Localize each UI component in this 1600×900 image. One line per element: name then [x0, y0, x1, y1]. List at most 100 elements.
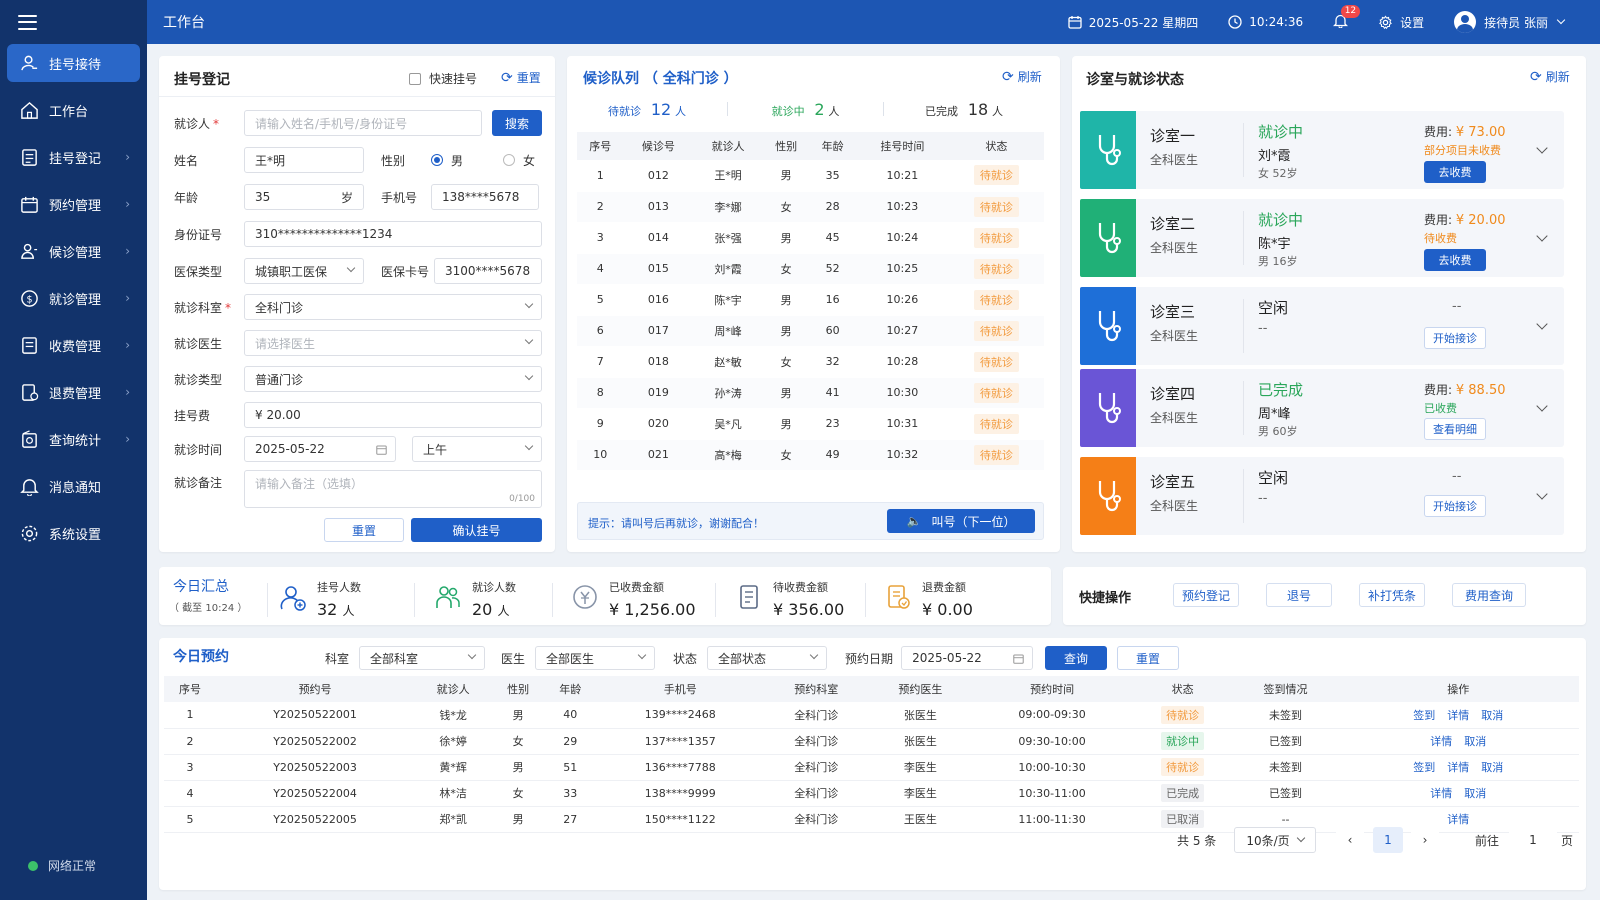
- quick-op-button[interactable]: 费用查询: [1452, 583, 1526, 607]
- stat-value: ¥ 1,256.00: [609, 600, 696, 619]
- row-action-link[interactable]: 取消: [1481, 761, 1503, 774]
- page-size-select[interactable]: 10条/页: [1234, 827, 1316, 853]
- visit-type-select[interactable]: 普通门诊: [244, 366, 542, 392]
- row-action-link[interactable]: 详情: [1447, 709, 1469, 722]
- confirm-register-button[interactable]: 确认挂号: [411, 518, 542, 542]
- dept-select[interactable]: 全科门诊: [244, 294, 542, 320]
- queue-row[interactable]: 6 017 周*峰男 60 10:27 待就诊: [577, 315, 1044, 347]
- sidebar-item-2[interactable]: 挂号登记 ›: [7, 138, 140, 176]
- appt-age: 40: [544, 702, 597, 729]
- room-card[interactable]: 诊室二 全科医生 就诊中 陈*宇男 16岁 费用: ¥ 20.00 待收费 去收费: [1080, 199, 1564, 277]
- fee-field[interactable]: ¥ 20.00: [244, 402, 542, 428]
- row-action-link[interactable]: 详情: [1447, 813, 1469, 826]
- query-button[interactable]: 查询: [1045, 646, 1108, 670]
- reset-button[interactable]: 重置: [324, 518, 404, 542]
- sidebar-item-7[interactable]: 退费管理 ›: [7, 373, 140, 411]
- next-page-button[interactable]: ›: [1411, 827, 1439, 853]
- id-card-field[interactable]: 310**************1234: [244, 221, 542, 247]
- row-action-link[interactable]: 详情: [1430, 735, 1452, 748]
- filter-date-picker[interactable]: 2025-05-22: [901, 646, 1034, 670]
- appt-age: 27: [544, 806, 597, 833]
- user-menu[interactable]: 接待员 张丽: [1454, 11, 1566, 33]
- sidebar-item-8[interactable]: 查询统计 ›: [7, 420, 140, 458]
- queue-row[interactable]: 8 019 孙*涛男 41 10:30 待就诊: [577, 377, 1044, 409]
- room-action-button[interactable]: 查看明细: [1424, 418, 1486, 440]
- row-action-link[interactable]: 签到: [1413, 709, 1435, 722]
- settings-button[interactable]: 设置: [1378, 14, 1424, 31]
- insurance-type-select[interactable]: 城镇职工医保: [244, 258, 364, 284]
- filter-doctor-select[interactable]: 全部医生: [535, 646, 656, 670]
- row-action-link[interactable]: 取消: [1481, 709, 1503, 722]
- room-action-button[interactable]: 去收费: [1424, 161, 1486, 183]
- rooms-refresh-button[interactable]: ⟳ 刷新: [1530, 68, 1570, 85]
- call-next-button[interactable]: 🔈 叫号（下一位）: [887, 509, 1035, 533]
- queue-row[interactable]: 7 018 赵*敏女 32 10:28 待就诊: [577, 346, 1044, 378]
- goto-page-input[interactable]: 1: [1509, 827, 1557, 853]
- name-field[interactable]: 王*明: [244, 147, 364, 173]
- insurance-card-field[interactable]: 3100****5678: [434, 258, 542, 284]
- queue-row[interactable]: 1 012 王*明男 35 10:21 待就诊: [577, 160, 1044, 192]
- filter-status-select[interactable]: 全部状态: [707, 646, 828, 670]
- room-fee-note: 已收费: [1424, 402, 1457, 415]
- row-action-link[interactable]: 取消: [1464, 735, 1486, 748]
- sidebar-item-1[interactable]: 工作台: [7, 91, 140, 129]
- room-card[interactable]: 诊室三 全科医生 空闲 -- -- 开始接诊: [1080, 287, 1564, 365]
- age-field[interactable]: 35 岁: [244, 184, 364, 210]
- gender-female-radio[interactable]: 女: [503, 152, 535, 169]
- filter-dept-select[interactable]: 全部科室: [359, 646, 486, 670]
- chevron-down-icon[interactable]: [1536, 488, 1548, 500]
- settings-label: 设置: [1400, 15, 1425, 30]
- prev-page-button[interactable]: ‹: [1336, 827, 1364, 853]
- date-picker[interactable]: 2025-05-22: [244, 436, 396, 462]
- sidebar-item-5[interactable]: $ 就诊管理 ›: [7, 279, 140, 317]
- queue-row[interactable]: 2 013 李*娜女 28 10:23 待就诊: [577, 191, 1044, 223]
- menu-icon[interactable]: [18, 14, 37, 30]
- sidebar-item-6[interactable]: 收费管理 ›: [7, 326, 140, 364]
- quick-register-checkbox[interactable]: 快速挂号: [409, 70, 477, 87]
- room-card[interactable]: 诊室五 全科医生 空闲 -- -- 开始接诊: [1080, 457, 1564, 535]
- queue-row[interactable]: 3 014 张*强男 45 10:24 待就诊: [577, 222, 1044, 254]
- sidebar-item-3[interactable]: 预约管理 ›: [7, 185, 140, 223]
- period-select[interactable]: 上午: [412, 436, 542, 462]
- sidebar-item-9[interactable]: 消息通知: [7, 467, 140, 505]
- queue-row[interactable]: 5 016 陈*宇男 16 10:26 待就诊: [577, 284, 1044, 316]
- queue-row[interactable]: 10 021 高*梅女 49 10:32 待就诊: [577, 439, 1044, 471]
- queue-refresh-button[interactable]: ⟳ 刷新: [1002, 68, 1042, 85]
- queue-row[interactable]: 9 020 吴*凡男 23 10:31 待就诊: [577, 408, 1044, 440]
- row-action-link[interactable]: 详情: [1430, 787, 1452, 800]
- appt-gender: 女: [492, 780, 545, 807]
- phone-field[interactable]: 138****5678: [431, 184, 539, 210]
- chevron-down-icon[interactable]: [1536, 230, 1548, 242]
- queue-panel: 候诊队列 （ 全科门诊 ） ⟳ 刷新 待就诊 12 人 就诊中 2 人 已完成 …: [567, 56, 1060, 552]
- room-card[interactable]: 诊室四 全科医生 已完成 周*峰男 60岁 费用: ¥ 88.50 已收费 查看明细: [1080, 369, 1564, 447]
- gender-male-radio[interactable]: 男: [431, 152, 463, 169]
- row-action-link[interactable]: 签到: [1413, 761, 1435, 774]
- sidebar-item-0[interactable]: 挂号接待: [7, 44, 140, 82]
- doctor-select[interactable]: 请选择医生: [244, 330, 542, 356]
- chevron-down-icon[interactable]: [1536, 400, 1548, 412]
- row-action-link[interactable]: 取消: [1464, 787, 1486, 800]
- chevron-down-icon[interactable]: [1536, 142, 1548, 154]
- room-action-button[interactable]: 去收费: [1424, 249, 1486, 271]
- patient-search-input[interactable]: 请输入姓名/手机号/身份证号: [244, 110, 482, 136]
- filter-reset-button[interactable]: 重置: [1117, 646, 1180, 670]
- page-1-button[interactable]: 1: [1373, 827, 1403, 853]
- search-button[interactable]: 搜索: [492, 110, 542, 136]
- status-badge: 待就诊: [973, 165, 1019, 186]
- sidebar-item-4[interactable]: 候诊管理 ›: [7, 232, 140, 270]
- room-action-button[interactable]: 开始接诊: [1424, 495, 1486, 517]
- chevron-down-icon[interactable]: [1536, 318, 1548, 330]
- sidebar-item-10[interactable]: 系统设置: [7, 514, 140, 552]
- note-textarea[interactable]: 请输入备注（选填） 0/100: [244, 470, 542, 508]
- notification-button[interactable]: 12: [1333, 5, 1361, 31]
- form-reset-link[interactable]: ⟳ 重置: [501, 69, 541, 86]
- room-action-button[interactable]: 开始接诊: [1424, 327, 1486, 349]
- row-action-link[interactable]: 详情: [1447, 761, 1469, 774]
- queue-age: 41: [809, 377, 856, 409]
- quick-op-button[interactable]: 补打凭条: [1359, 583, 1425, 607]
- quick-op-button[interactable]: 退号: [1266, 583, 1332, 607]
- filter-doctor-label: 医生: [501, 651, 526, 666]
- room-card[interactable]: 诊室一 全科医生 就诊中 刘*霞女 52岁 费用: ¥ 73.00 部分项目未收费 去收费: [1080, 111, 1564, 189]
- queue-row[interactable]: 4 015 刘*霞女 52 10:25 待就诊: [577, 253, 1044, 285]
- quick-op-button[interactable]: 预约登记: [1173, 583, 1239, 607]
